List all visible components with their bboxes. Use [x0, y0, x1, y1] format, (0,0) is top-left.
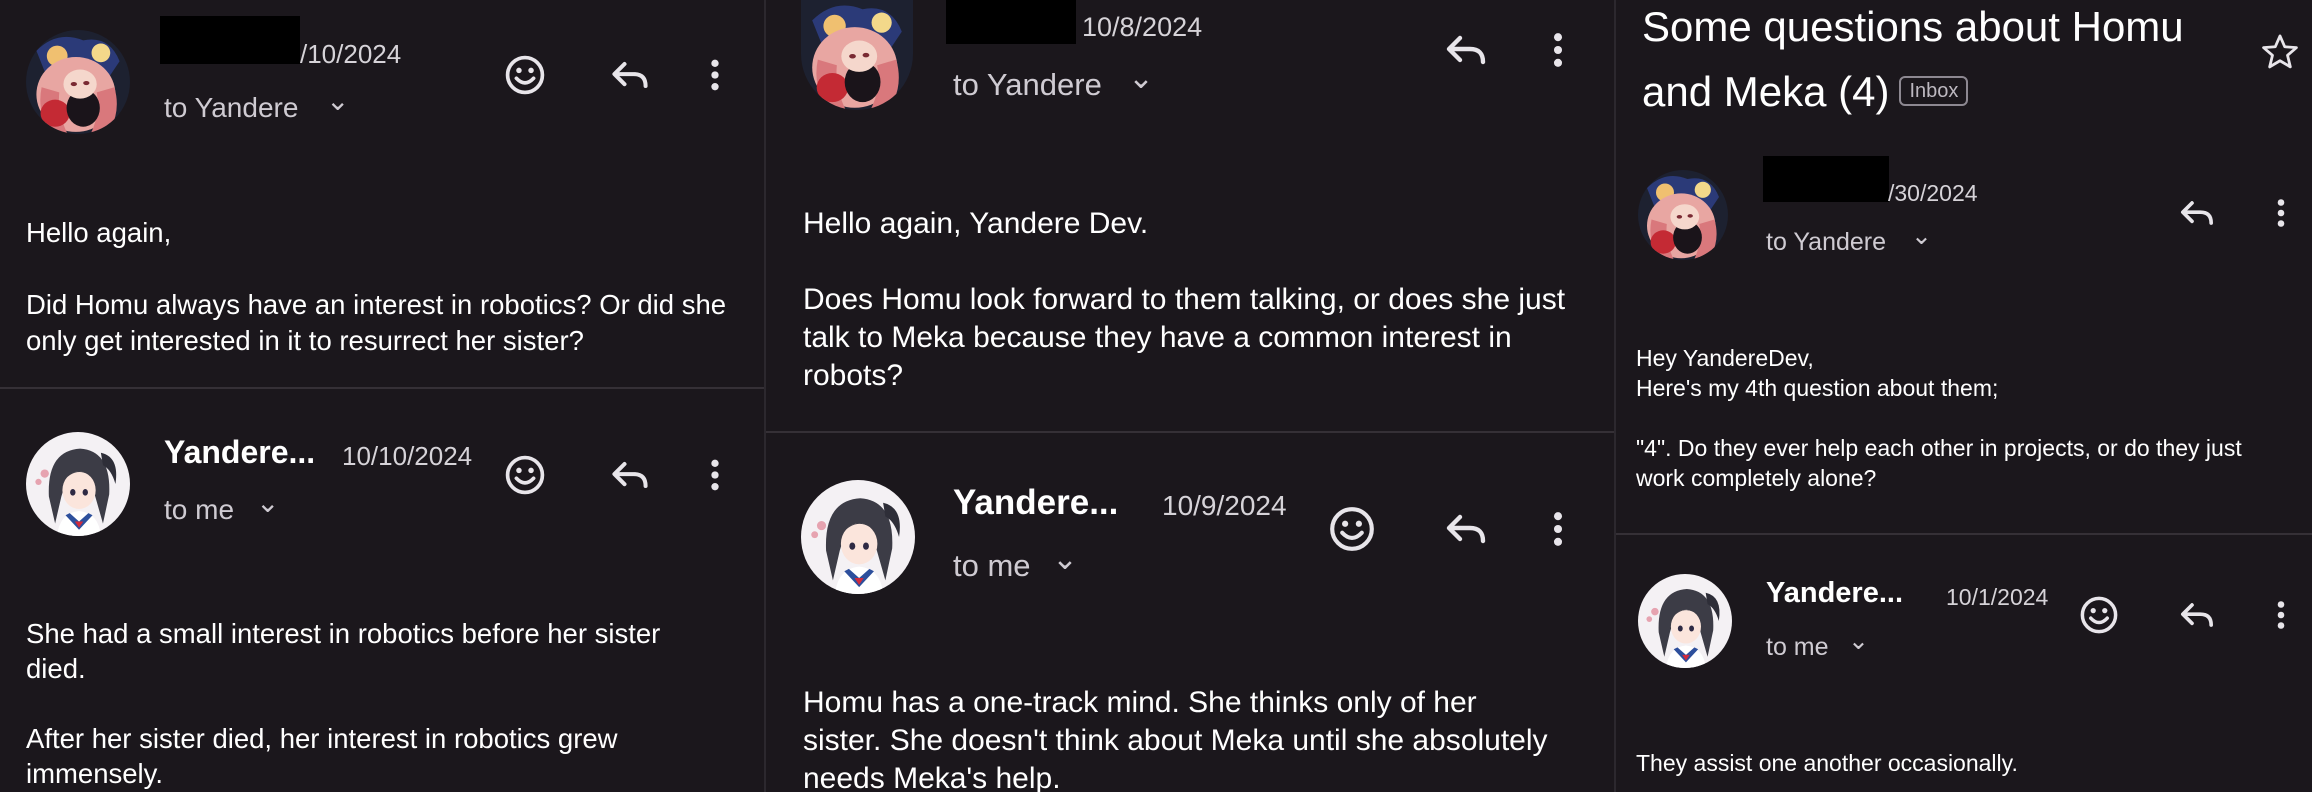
message-body: Hey YandereDev, Here's my 4th question a… — [1636, 343, 2296, 493]
message-divider — [766, 431, 1614, 433]
emoji-react-icon[interactable] — [2076, 592, 2122, 638]
chevron-down-icon[interactable]: ⌄ — [1848, 626, 1869, 656]
message-date: 10/8/2024 — [1082, 12, 1203, 42]
body-paragraph: Homu has a one-track mind. She thinks on… — [803, 686, 1548, 792]
body-paragraph: Hello again, Yandere Dev. — [803, 207, 1149, 240]
body-paragraph: She had a small interest in robotics bef… — [26, 618, 661, 684]
sender-name: Yandere... — [164, 434, 316, 470]
recipient-line[interactable]: to Yandere — [953, 67, 1102, 103]
emoji-react-icon[interactable] — [1324, 501, 1380, 557]
body-paragraph: "4". Do they ever help each other in pro… — [1636, 435, 2242, 491]
body-paragraph: After her sister died, her interest in r… — [26, 723, 618, 789]
message-divider — [0, 387, 764, 389]
recipient-line[interactable]: to me — [953, 548, 1031, 584]
sender-name: Yandere... — [953, 483, 1119, 522]
message-body: Homu has a one-track mind. She thinks on… — [803, 684, 1563, 792]
sender-avatar[interactable] — [801, 480, 915, 594]
reply-icon[interactable] — [1438, 22, 1494, 78]
redacted-sender-name — [160, 16, 300, 64]
sender-name: Yandere... — [1766, 577, 1904, 609]
sender-avatar[interactable] — [1638, 574, 1732, 668]
reply-icon[interactable] — [605, 450, 655, 500]
body-paragraph: Did Homu always have an interest in robo… — [26, 289, 727, 356]
sender-avatar[interactable] — [26, 30, 130, 134]
more-options-icon[interactable] — [690, 50, 740, 100]
recipient-line[interactable]: to me — [164, 494, 234, 526]
thread-panel-3: Some questions about Homu and Meka (4) In… — [1616, 0, 2312, 792]
emoji-react-icon[interactable] — [500, 450, 550, 500]
chevron-down-icon[interactable]: ⌄ — [1911, 221, 1932, 251]
reply-icon[interactable] — [2174, 592, 2220, 638]
more-options-icon[interactable] — [2258, 190, 2304, 236]
sender-avatar[interactable] — [1638, 170, 1728, 260]
chevron-down-icon[interactable]: ⌄ — [326, 84, 349, 117]
body-paragraph: They assist one another occasionally. — [1636, 750, 2018, 776]
reply-icon[interactable] — [605, 50, 655, 100]
message-date: 10/9/2024 — [1162, 490, 1287, 521]
message-body: Hello again, Yandere Dev. Does Homu look… — [803, 205, 1593, 395]
sender-avatar[interactable] — [801, 0, 913, 110]
redacted-sender-name — [1763, 156, 1889, 202]
thread-subject: Some questions about Homu and Meka (4) In… — [1642, 0, 2262, 124]
redacted-sender-name — [946, 0, 1076, 44]
sender-avatar[interactable] — [26, 432, 130, 536]
body-paragraph: Does Homu look forward to them talking, … — [803, 283, 1566, 392]
chevron-down-icon[interactable]: ⌄ — [1052, 541, 1078, 577]
thread-panel-2: 10/8/2024 to Yandere ⌄ Hello again, Yand… — [766, 0, 1614, 792]
message-date: 10/10/2024 — [342, 441, 473, 471]
message-body: They assist one another occasionally. — [1636, 748, 2296, 778]
more-options-icon[interactable] — [1530, 22, 1586, 78]
recipient-line[interactable]: to me — [1766, 633, 1829, 662]
message-body: She had a small interest in robotics bef… — [26, 616, 726, 791]
reply-icon[interactable] — [2174, 190, 2220, 236]
inbox-label-badge[interactable]: Inbox — [1899, 75, 1969, 106]
chevron-down-icon[interactable]: ⌄ — [1128, 60, 1154, 96]
message-date: 10/1/2024 — [1946, 584, 2049, 610]
recipient-line[interactable]: to Yandere — [1766, 228, 1886, 257]
chevron-down-icon[interactable]: ⌄ — [256, 486, 279, 519]
recipient-line[interactable]: to Yandere — [164, 92, 298, 124]
emoji-react-icon[interactable] — [500, 50, 550, 100]
body-paragraph: Hello again, — [26, 217, 172, 248]
message-date: /30/2024 — [1888, 180, 1978, 206]
message-body: Hello again, Did Homu always have an int… — [26, 215, 746, 359]
more-options-icon[interactable] — [690, 450, 740, 500]
more-options-icon[interactable] — [2258, 592, 2304, 638]
message-divider — [1616, 533, 2312, 535]
message-date: /10/2024 — [300, 39, 402, 69]
thread-panel-1: /10/2024 to Yandere ⌄ Hello again, Did H… — [0, 0, 764, 792]
more-options-icon[interactable] — [1530, 501, 1586, 557]
star-icon[interactable] — [2256, 28, 2304, 76]
reply-icon[interactable] — [1438, 501, 1494, 557]
body-paragraph: Hey YandereDev, Here's my 4th question a… — [1636, 345, 1999, 401]
